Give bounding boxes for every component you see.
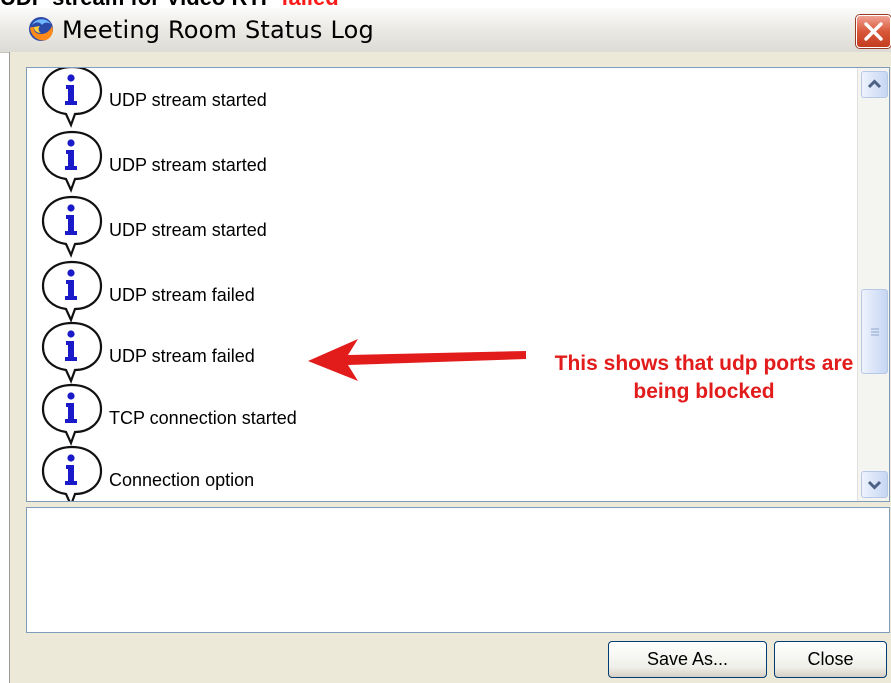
log-entry-text: UDP stream started: [109, 90, 267, 110]
grip-icon: [871, 328, 879, 336]
chevron-down-icon: [867, 480, 882, 490]
log-entry[interactable]: UDP stream started: [37, 193, 857, 258]
log-entry-text: UDP stream started: [109, 220, 267, 240]
info-icon: [37, 128, 107, 194]
chevron-up-icon: [867, 79, 882, 89]
save-as-button[interactable]: Save As...: [608, 641, 767, 678]
firefox-icon: [28, 16, 54, 42]
log-entry-text: Connection option: [109, 470, 255, 490]
annotation-arrow: [308, 339, 526, 381]
status-log-list[interactable]: UDP stream started UDP stream started UDP …: [26, 67, 890, 502]
info-icon: [37, 443, 107, 501]
scroll-down-button[interactable]: [861, 471, 888, 498]
info-icon: [37, 381, 107, 447]
log-entry[interactable]: Connection option: [37, 443, 857, 501]
log-entry[interactable]: UDP stream started: [37, 68, 857, 128]
annotation-line-1: This shows that udp ports are: [554, 352, 854, 375]
scroll-up-button[interactable]: [861, 71, 888, 98]
annotation-line-2: being blocked: [633, 380, 775, 403]
log-entry-text: UDP stream failed: [109, 346, 255, 366]
log-entry-text: UDP stream started: [109, 155, 267, 175]
vertical-scrollbar[interactable]: [857, 68, 889, 501]
detail-text-area[interactable]: [26, 507, 890, 633]
close-icon: [864, 22, 883, 41]
close-window-button[interactable]: [856, 15, 891, 48]
annotation-text: This shows that udp ports are being bloc…: [518, 350, 890, 406]
info-icon: [37, 319, 107, 385]
window-title: Meeting Room Status Log: [62, 16, 374, 44]
title-bar[interactable]: Meeting Room Status Log: [0, 8, 891, 53]
info-icon: [37, 258, 107, 324]
log-entry-text: TCP connection started: [109, 408, 297, 428]
log-entry[interactable]: UDP stream failed: [37, 258, 857, 323]
log-entry-text: UDP stream failed: [109, 285, 255, 305]
log-entry[interactable]: UDP stream started: [37, 128, 857, 193]
close-button[interactable]: Close: [774, 641, 887, 678]
info-icon: [37, 68, 107, 129]
info-icon: [37, 193, 107, 259]
